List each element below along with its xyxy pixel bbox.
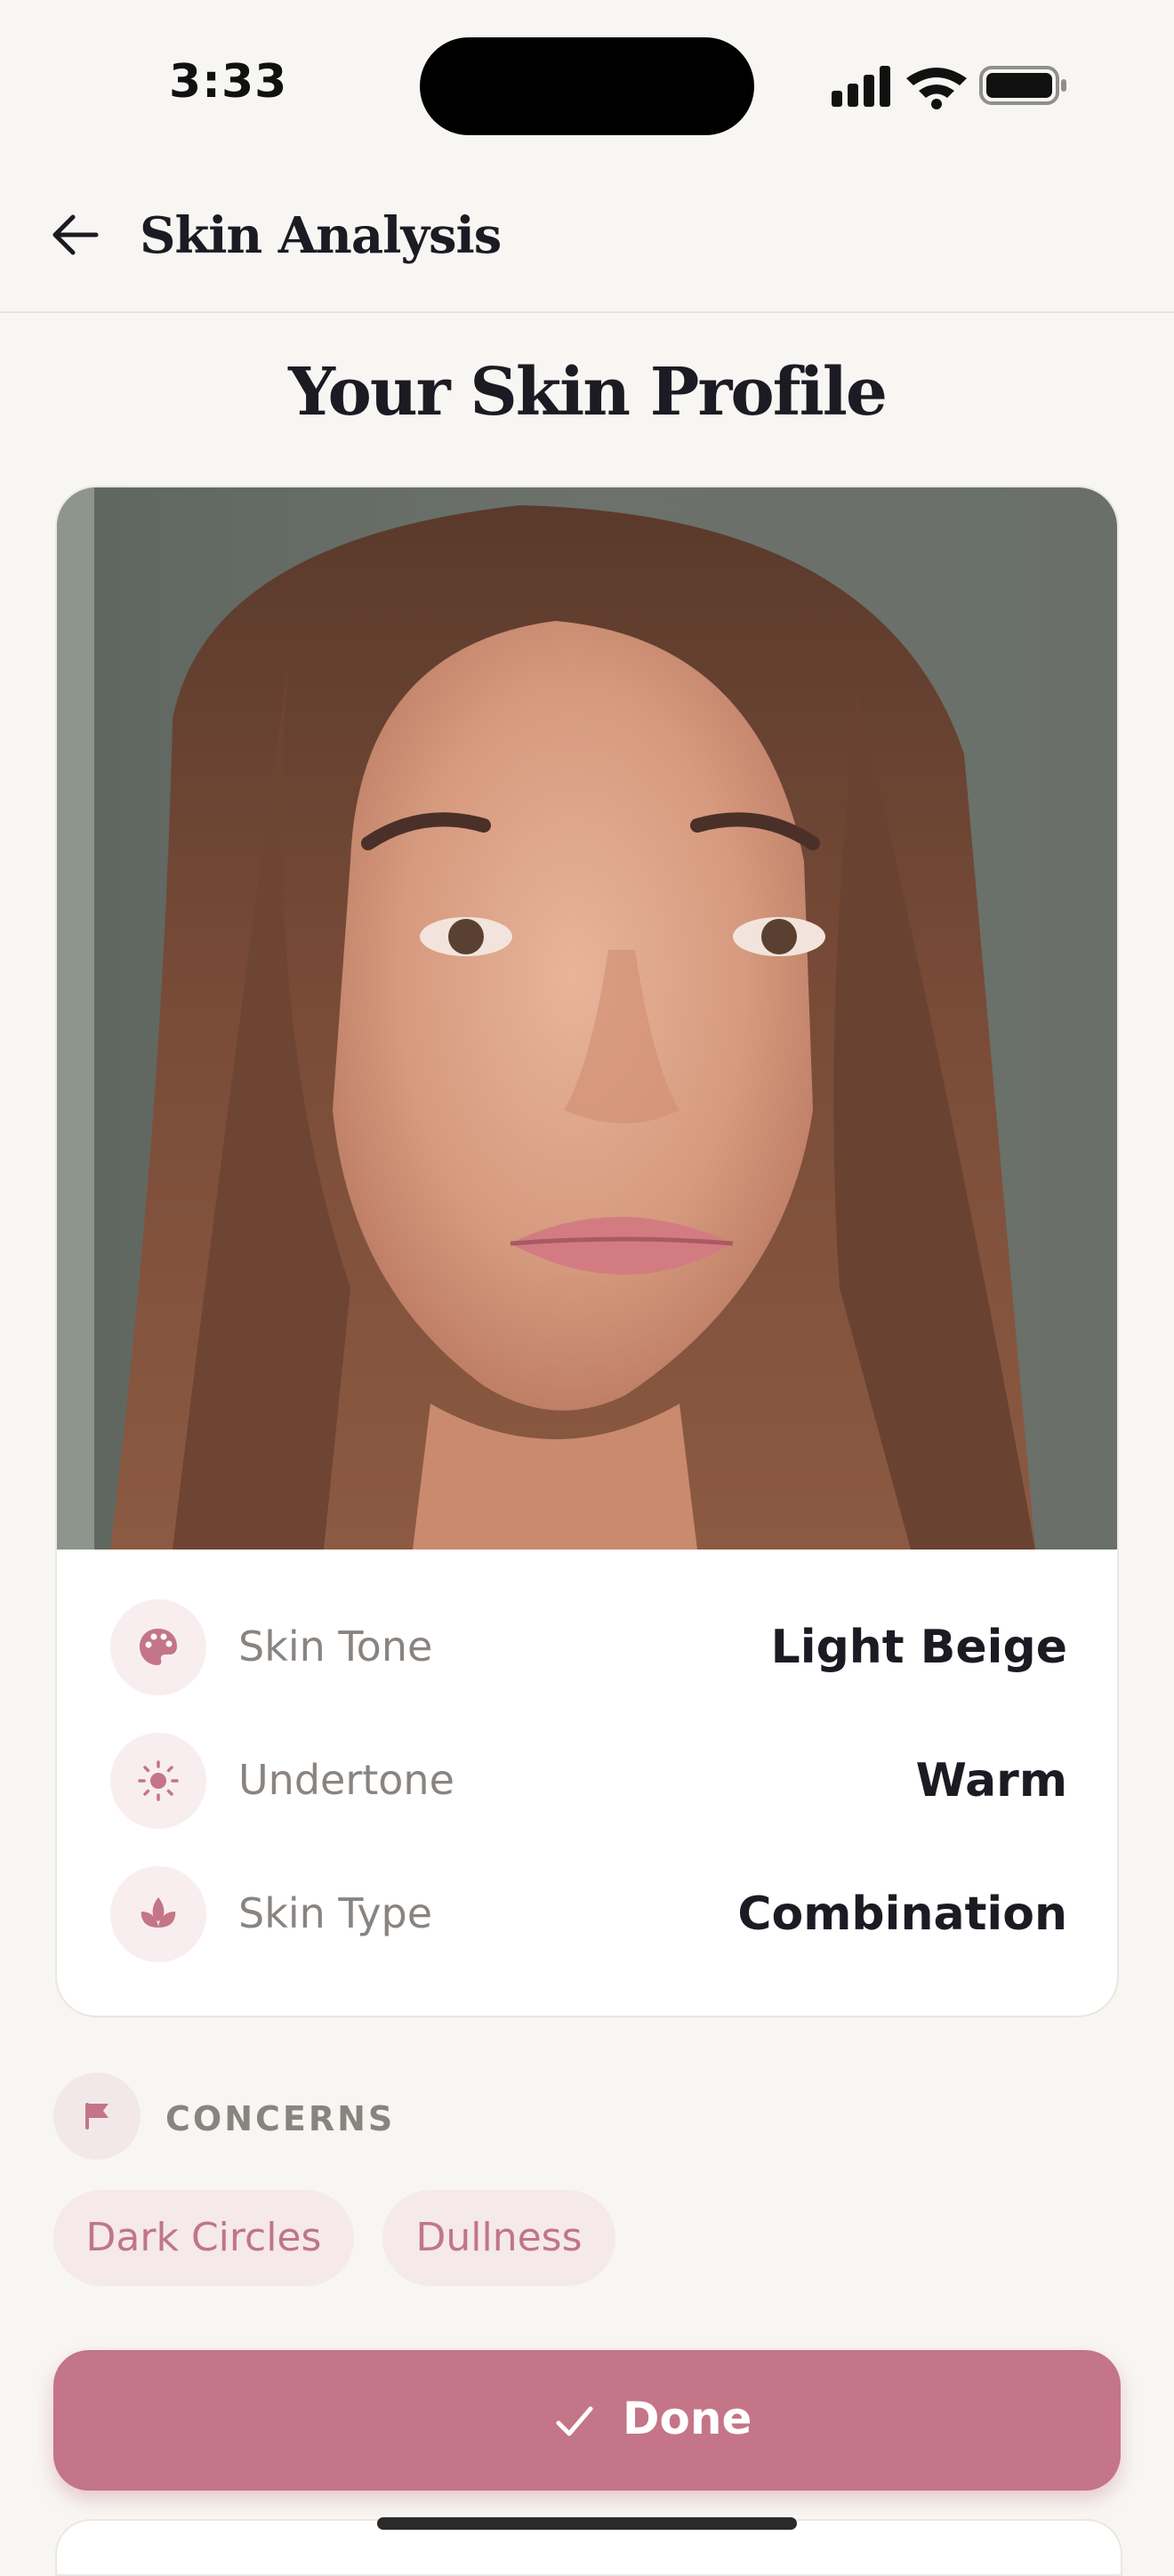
row-value: Light Beige: [770, 1621, 1067, 1674]
status-bar: 3:33: [0, 0, 1174, 169]
check-icon: [556, 2406, 593, 2436]
dynamic-island: [420, 37, 754, 135]
page-title: Your Skin Profile: [288, 354, 888, 431]
skin-profile-card: Skin Tone Light Beige Undertone Warm Ski…: [55, 486, 1119, 2017]
concern-chip[interactable]: Dullness: [382, 2190, 615, 2286]
row-label: Skin Tone: [238, 1622, 433, 1670]
wifi-icon: [906, 68, 967, 109]
profile-row-undertone: Undertone Warm: [57, 1727, 1117, 1834]
palette-icon: [110, 1599, 206, 1695]
nav-title: Skin Analysis: [140, 206, 502, 265]
done-label: Done: [623, 2393, 752, 2444]
row-label: Undertone: [238, 1756, 454, 1804]
nav-bar: Skin Analysis: [0, 187, 1174, 313]
row-value: Combination: [737, 1888, 1067, 1941]
concerns-header: CONCERNS: [53, 2073, 676, 2161]
flag-icon: [53, 2073, 141, 2160]
home-indicator[interactable]: [377, 2517, 797, 2530]
row-label: Skin Type: [238, 1889, 433, 1937]
face-photo: [57, 487, 1117, 1550]
battery-icon: [979, 66, 1066, 105]
row-value: Warm: [915, 1754, 1067, 1807]
profile-row-skin-type: Skin Type Combination: [57, 1861, 1117, 1968]
status-icons: [832, 66, 1066, 109]
status-time: 3:33: [169, 55, 288, 109]
concern-chip[interactable]: Dark Circles: [53, 2190, 354, 2286]
back-arrow-icon[interactable]: [44, 205, 105, 265]
profile-row-skin-tone: Skin Tone Light Beige: [57, 1594, 1117, 1701]
lotus-icon: [110, 1866, 206, 1962]
done-button[interactable]: Done: [53, 2350, 1121, 2491]
concerns-label: CONCERNS: [165, 2099, 396, 2138]
sun-icon: [110, 1733, 206, 1829]
signal-icon: [832, 66, 890, 107]
